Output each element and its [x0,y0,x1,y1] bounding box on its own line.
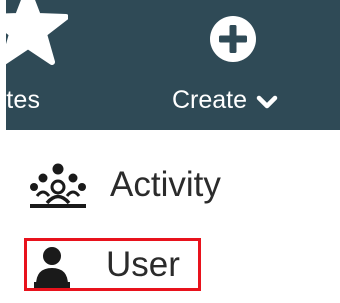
page: rites Create [0,0,340,303]
activity-group-icon [30,163,86,208]
menu-item-label: Activity [110,165,221,204]
menu-item-label: User [106,245,180,284]
user-icon [34,247,70,288]
menu-item-activity[interactable]: Activity [30,160,250,210]
menu-item-user[interactable]: User [24,238,201,291]
star-icon [6,0,68,65]
create-label: Create [172,86,248,114]
plus-circle-icon [210,16,256,62]
nav-item-create[interactable]: Create [164,0,314,130]
chevron-down-icon [256,95,278,109]
top-navigation-bar: rites Create [6,0,340,130]
favorites-label: rites [6,86,41,114]
nav-item-favorites[interactable]: rites [6,0,96,130]
